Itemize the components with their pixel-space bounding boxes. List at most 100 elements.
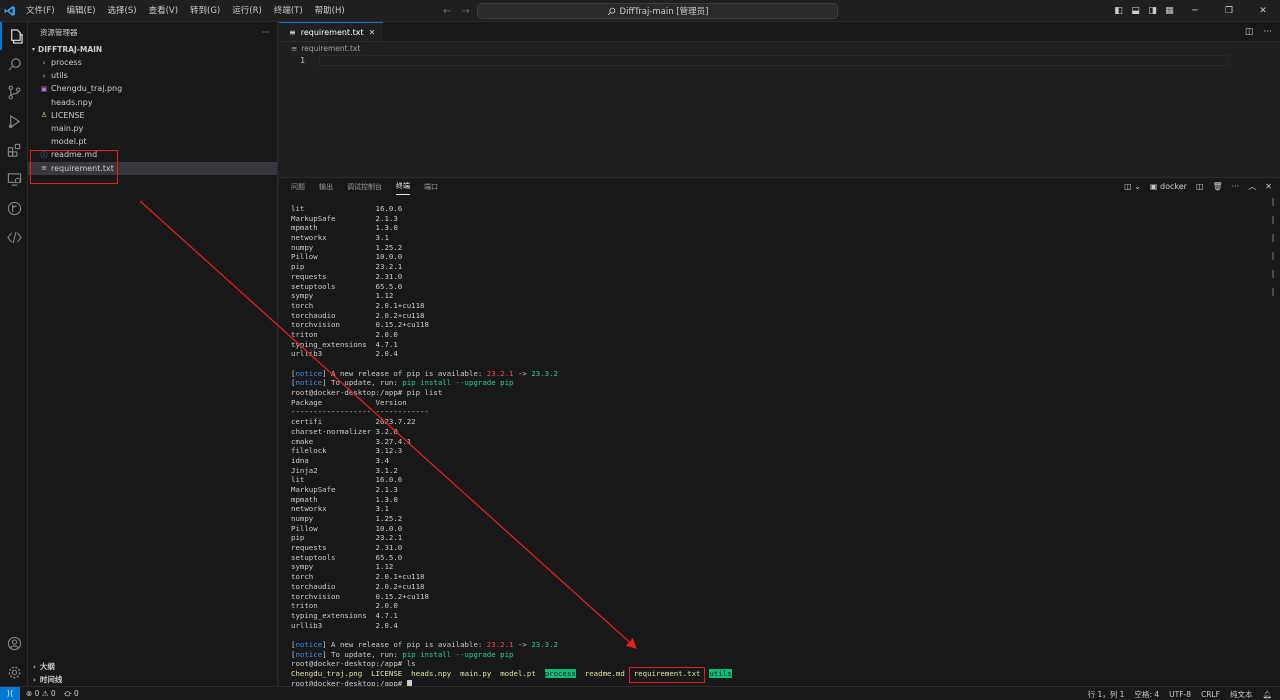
terminal-text: A new release of pip is available:: [326, 368, 487, 378]
tree-item-readme[interactable]: ⓘ readme.md: [28, 148, 277, 161]
terminal-text: pip: [291, 262, 376, 272]
tree-item-utils[interactable]: › utils: [28, 69, 277, 82]
chevron-right-icon: ›: [42, 71, 46, 80]
package-row: requests 2.31.0: [291, 272, 1251, 282]
tree-item-main-py[interactable]: main.py: [28, 122, 277, 135]
split-terminal-icon[interactable]: ◫: [1196, 182, 1204, 191]
minimize-icon[interactable]: ─: [1178, 0, 1212, 22]
encoding[interactable]: UTF-8: [1169, 690, 1191, 699]
menu-run[interactable]: 运行(R): [226, 0, 268, 22]
new-terminal-dropdown-icon[interactable]: ◫ ⌄: [1124, 182, 1141, 191]
tree-item-heads-npy[interactable]: heads.npy: [28, 96, 277, 109]
terminal-text: 0.15.2+cu118: [375, 591, 429, 601]
terminal-text: networkx: [291, 504, 376, 514]
tree-item-label: model.pt: [51, 137, 87, 147]
close-panel-icon[interactable]: ✕: [1265, 182, 1272, 191]
menu-terminal[interactable]: 终端(T): [268, 0, 309, 22]
terminal-text: typing_extensions: [291, 610, 376, 620]
terminal-text: notice: [295, 639, 323, 649]
terminal-text: 3.1.2: [375, 465, 398, 475]
end-of-line[interactable]: CRLF: [1201, 690, 1220, 699]
run-debug-icon[interactable]: [0, 107, 28, 135]
split-editor-icon[interactable]: ◫: [1245, 27, 1254, 37]
manage-gear-icon[interactable]: [0, 658, 28, 686]
chevron-right-icon: ›: [42, 58, 46, 67]
maximize-panel-icon[interactable]: ︿: [1248, 181, 1256, 192]
explorer-header: 资源管理器 ···: [28, 22, 277, 42]
menu-selection[interactable]: 选择(S): [102, 0, 143, 22]
remote-explorer-icon[interactable]: [0, 165, 28, 193]
cursor-position[interactable]: 行 1，列 1: [1088, 689, 1125, 700]
close-icon[interactable]: ✕: [369, 28, 376, 37]
status-right: 行 1，列 1 空格: 4 UTF-8 CRLF 纯文本 🔔︎: [1088, 687, 1272, 700]
code-brackets-icon[interactable]: [0, 223, 28, 251]
terminal-text: notice: [295, 368, 323, 378]
git-graph-icon[interactable]: [0, 194, 28, 222]
remote-indicator-icon[interactable]: ⟩⟨: [0, 686, 20, 700]
search-view-icon[interactable]: [0, 50, 28, 78]
terminal-text: 2.0.1+cu118: [375, 300, 425, 310]
tree-item-chengdu-traj[interactable]: ▣ Chengdu_traj.png: [28, 82, 277, 95]
back-arrow-icon[interactable]: ←: [443, 6, 451, 17]
package-row: sympy 1.12: [291, 291, 1251, 301]
tab-debug-console[interactable]: 调试控制台: [347, 178, 382, 195]
tree-item-label: requirement.txt: [51, 163, 114, 173]
package-row: charset-normalizer 3.2.0: [291, 427, 1251, 437]
breadcrumb-item[interactable]: requirement.txt: [301, 44, 360, 53]
explorer-icon[interactable]: [0, 22, 28, 50]
workspace-section-header[interactable]: ▾ DIFFTRAJ-MAIN: [28, 42, 277, 56]
menu-file[interactable]: 文件(F): [20, 0, 61, 22]
terminal-text: 0.15.2+cu118: [375, 320, 429, 330]
tab-terminal[interactable]: 终端: [396, 178, 410, 195]
close-window-icon[interactable]: ✕: [1246, 0, 1280, 22]
terminal-scroll-markers: [1272, 198, 1278, 296]
terminal-text: A new release of pip is available:: [326, 639, 487, 649]
title-bar: 文件(F) 编辑(E) 选择(S) 查看(V) 转到(G) 运行(R) 终端(T…: [0, 0, 1280, 22]
menu-go[interactable]: 转到(G): [184, 0, 226, 22]
terminal-output[interactable]: lit 16.0.6 MarkupSafe 2.1.3 mpmath 1.3.0 ne…: [291, 204, 1251, 688]
command-center[interactable]: DiffTraj-main [管理员]: [477, 3, 838, 19]
menu-edit[interactable]: 编辑(E): [61, 0, 102, 22]
code-line[interactable]: 1: [279, 54, 1280, 67]
tab-requirement[interactable]: ≡ requirement.txt ✕: [279, 22, 384, 41]
kill-terminal-icon[interactable]: 🗑: [1213, 182, 1223, 191]
terminal-selector[interactable]: ▣ docker: [1150, 182, 1187, 191]
problems-status[interactable]: ⊗ 0 ⚠ 0: [26, 689, 56, 699]
tab-output[interactable]: 输出: [319, 178, 333, 195]
tree-item-process[interactable]: › process: [28, 56, 277, 69]
language-mode[interactable]: 纯文本: [1230, 689, 1253, 700]
ports-status[interactable]: ⛮ 0: [64, 689, 79, 699]
forward-arrow-icon[interactable]: →: [461, 6, 469, 17]
tab-ports[interactable]: 端口: [424, 178, 438, 195]
pip-notice: [notice] A new release of pip is availab…: [291, 368, 559, 378]
tree-item-requirement[interactable]: ≡ requirement.txt: [28, 161, 277, 175]
terminal-text: ->: [513, 368, 532, 378]
package-row: idna 3.4: [291, 456, 1251, 466]
more-actions-icon[interactable]: ···: [1232, 182, 1240, 191]
header-row: Package Version: [291, 398, 1251, 408]
terminal-text: setuptools: [291, 281, 376, 291]
restore-icon[interactable]: ❐: [1212, 0, 1246, 22]
source-control-icon[interactable]: [0, 78, 28, 106]
extensions-icon[interactable]: [0, 136, 28, 164]
package-row: mpmath 1.3.0: [291, 223, 1251, 233]
outline-section[interactable]: › 大纲: [28, 660, 278, 673]
notifications-bell-icon[interactable]: 🔔︎: [1262, 690, 1272, 699]
tree-item-license[interactable]: ♙ LICENSE: [28, 109, 277, 122]
more-actions-icon[interactable]: ···: [262, 28, 269, 37]
editor-tabs: ≡ requirement.txt ✕ ◫ ···: [279, 22, 1280, 42]
menu-view[interactable]: 查看(V): [143, 0, 184, 22]
terminal-text: To update, run:: [326, 649, 403, 659]
timeline-section[interactable]: › 时间线: [28, 673, 278, 686]
menu-help[interactable]: 帮助(H): [309, 0, 351, 22]
account-icon[interactable]: [0, 629, 28, 657]
customize-layout-icon[interactable]: ▦: [1161, 0, 1178, 22]
toggle-secondary-sidebar-icon[interactable]: ◨: [1144, 0, 1161, 22]
tab-problems[interactable]: 问题: [291, 178, 305, 195]
package-row: torchvision 0.15.2+cu118: [291, 320, 1251, 330]
toggle-panel-icon[interactable]: ⬓: [1127, 0, 1144, 22]
more-actions-icon[interactable]: ···: [1263, 27, 1272, 37]
toggle-primary-sidebar-icon[interactable]: ◧: [1110, 0, 1127, 22]
indentation[interactable]: 空格: 4: [1134, 689, 1159, 700]
tree-item-model-pt[interactable]: model.pt: [28, 135, 277, 148]
